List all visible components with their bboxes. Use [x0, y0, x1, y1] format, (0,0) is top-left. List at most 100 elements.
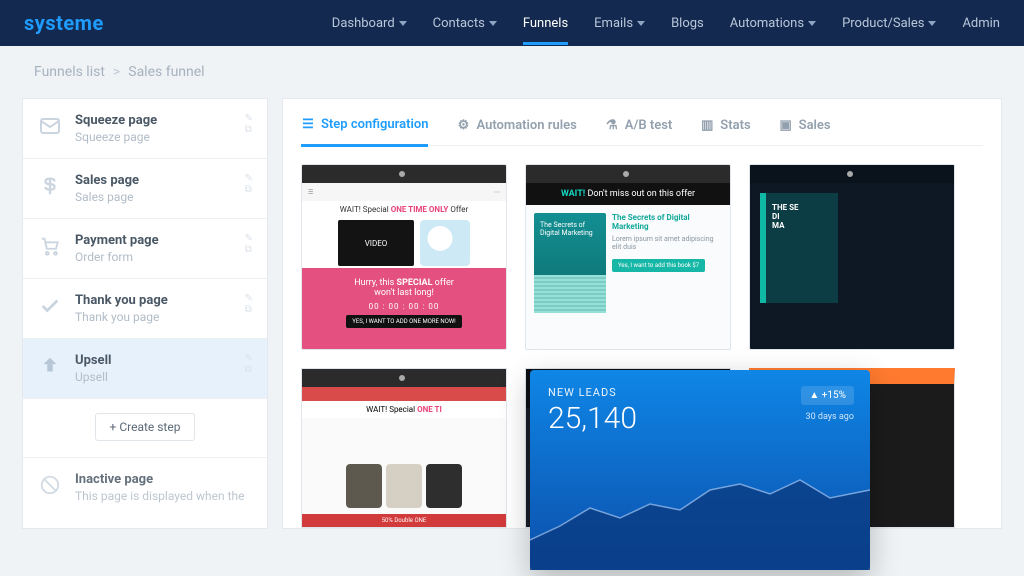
step-actions[interactable]: ✎⧉	[245, 293, 253, 315]
card-side-title: The Secrets of Digital Marketing	[612, 213, 722, 231]
tabs: ☰ Step configuration ⚙ Automation rules ⚗ A…	[301, 113, 983, 146]
nav-dashboard[interactable]: Dashboard	[332, 2, 407, 45]
tab-label: Stats	[720, 118, 750, 133]
product-row	[302, 418, 506, 514]
breadcrumb-sep: >	[113, 64, 120, 80]
step-sub: Order form	[75, 250, 233, 264]
nav-label: Blogs	[671, 16, 704, 31]
template-card[interactable]: THE SE DI MA	[749, 164, 955, 350]
template-gallery-row1: ☰⋯ WAIT! Special ONE TIME ONLY Offer VID…	[301, 164, 983, 350]
step-sales[interactable]: Sales page Sales page ✎⧉	[23, 159, 267, 219]
nav-admin[interactable]: Admin	[962, 2, 1000, 45]
top-navbar: systeme Dashboard Contacts Funnels Email…	[0, 0, 1024, 46]
card-topbar	[302, 369, 506, 387]
chart-icon: ▥	[700, 118, 714, 132]
illustration	[420, 220, 470, 266]
nav-automations[interactable]: Automations	[730, 2, 816, 45]
funnel-steps-panel: Squeeze pageSqueeze page ✎⧉ Sales pageSa…	[22, 98, 268, 529]
template-card[interactable]: ☰⋯ WAIT! Special ONE TIME ONLY Offer VID…	[301, 164, 507, 350]
card-topbar	[302, 165, 506, 183]
step-title: Thank you page	[75, 293, 233, 308]
step-sub: Thank you page	[75, 310, 233, 324]
chevron-down-icon	[808, 21, 816, 26]
step-inactive[interactable]: Inactive page This page is displayed when…	[23, 457, 267, 517]
tab-step-config[interactable]: ☰ Step configuration	[301, 113, 428, 147]
card-topbar	[526, 165, 730, 183]
nav-product-sales[interactable]: Product/Sales	[842, 2, 936, 45]
envelope-icon	[37, 113, 63, 139]
template-card[interactable]: WAIT! Don't miss out on this offer The S…	[525, 164, 731, 350]
breadcrumb: Funnels list > Sales funnel	[0, 46, 1024, 98]
card-headline: WAIT! Special ONE TI	[302, 401, 506, 418]
breadcrumb-current: Sales funnel	[128, 64, 204, 80]
card-cta-block: Hurry, this SPECIAL offer won't last lon…	[302, 268, 506, 349]
nav-label: Dashboard	[332, 16, 395, 31]
step-title: Inactive page	[75, 472, 253, 487]
card-subbar: ☰⋯	[302, 183, 506, 201]
card-cta: YES, I WANT TO ADD ONE MORE NOW!	[346, 315, 461, 328]
step-title: Payment page	[75, 233, 233, 248]
nav-emails[interactable]: Emails	[594, 2, 645, 45]
tab-automation[interactable]: ⚙ Automation rules	[456, 113, 576, 145]
breadcrumb-root[interactable]: Funnels list	[34, 64, 105, 80]
nav-funnels[interactable]: Funnels	[523, 2, 568, 45]
chevron-down-icon	[637, 21, 645, 26]
cart-icon	[37, 233, 63, 259]
step-squeeze[interactable]: Squeeze page Squeeze page ✎⧉	[23, 99, 267, 159]
step-actions[interactable]: ✎⧉	[245, 233, 253, 255]
template-card[interactable]: WAIT! Special ONE TI 50% Double ONE	[301, 368, 507, 528]
tab-label: Automation rules	[476, 118, 576, 133]
step-title: Upsell	[75, 353, 233, 368]
step-thankyou[interactable]: Thank you page Thank you page ✎⧉	[23, 279, 267, 339]
card-band: WAIT! Don't miss out on this offer	[526, 183, 730, 205]
nav-blogs[interactable]: Blogs	[671, 2, 704, 45]
nav-label: Automations	[730, 16, 804, 31]
gear-icon: ⚙	[456, 118, 470, 132]
step-actions[interactable]: ✎⧉	[245, 113, 253, 135]
step-actions[interactable]: ✎⧉	[245, 173, 253, 195]
content-row: Squeeze pageSqueeze page ✎⧉ Sales pageSa…	[0, 98, 1024, 529]
sale-badge: 50% Double ONE	[302, 514, 506, 527]
delta-badge: ▲ +15%	[801, 386, 854, 405]
step-actions[interactable]: ✎⧉	[245, 353, 253, 375]
book-mockup: THE SE DI MA	[760, 193, 838, 303]
step-sub: Upsell	[75, 370, 233, 384]
widget-timeframe: 30 days ago	[806, 412, 854, 422]
countdown: 00 : 00 : 00 : 00	[306, 302, 502, 311]
brand-logo[interactable]: systeme	[24, 11, 104, 35]
step-title: Sales page	[75, 173, 233, 188]
tab-label: Step configuration	[321, 117, 428, 132]
nav-label: Product/Sales	[842, 16, 924, 31]
leads-widget[interactable]: NEW LEADS 25,140 ▲ +15% 30 days ago	[530, 370, 870, 570]
check-icon	[37, 293, 63, 319]
area-chart	[530, 460, 870, 570]
step-upsell[interactable]: Upsell Upsell ✎⧉	[23, 339, 267, 399]
dollar-icon	[37, 173, 63, 199]
step-payment[interactable]: Payment page Order form ✎⧉	[23, 219, 267, 279]
chevron-down-icon	[489, 21, 497, 26]
book-mockup: The Secrets of Digital Marketing	[534, 213, 606, 313]
arrow-up-icon	[37, 353, 63, 379]
step-sub: This page is displayed when the	[75, 489, 253, 503]
step-sub: Squeeze page	[75, 130, 233, 144]
tab-sales[interactable]: ▣Sales	[779, 113, 831, 145]
tab-label: A/B test	[625, 118, 673, 133]
step-sub: Sales page	[75, 190, 233, 204]
list-icon: ☰	[301, 118, 315, 132]
card-cta: Yes, I want to add this book $7	[612, 259, 705, 272]
flask-icon: ⚗	[605, 118, 619, 132]
sales-icon: ▣	[779, 118, 793, 132]
card-headline: WAIT! Special ONE TIME ONLY Offer	[302, 201, 506, 218]
create-step-button[interactable]: + Create step	[95, 413, 196, 441]
tab-abtest[interactable]: ⚗ A/B test	[605, 113, 673, 145]
nav-items: Dashboard Contacts Funnels Emails Blogs …	[332, 2, 1000, 45]
card-topbar	[750, 165, 954, 183]
tab-stats[interactable]: ▥ Stats	[700, 113, 750, 145]
nav-label: Contacts	[433, 16, 485, 31]
nav-label: Admin	[962, 16, 1000, 31]
nav-label: Funnels	[523, 16, 568, 31]
chevron-down-icon	[399, 21, 407, 26]
step-title: Squeeze page	[75, 113, 233, 128]
nav-contacts[interactable]: Contacts	[433, 2, 497, 45]
forbidden-icon	[37, 472, 63, 498]
